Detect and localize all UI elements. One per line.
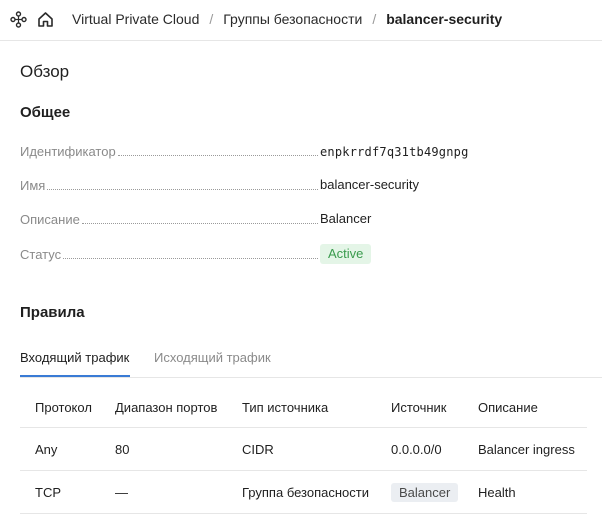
top-bar: Virtual Private Cloud / Группы безопасност… bbox=[0, 0, 602, 41]
page-title: Обзор bbox=[20, 62, 70, 81]
breadcrumb-vpc[interactable]: Virtual Private Cloud bbox=[72, 11, 199, 27]
cell-source-type: CIDR bbox=[242, 441, 274, 457]
cell-description: Balancer ingress bbox=[478, 441, 575, 457]
source-group-chip[interactable]: Balancer bbox=[391, 482, 459, 502]
dotted-leader bbox=[117, 154, 318, 156]
tab-egress[interactable]: Исходящий трафик bbox=[154, 349, 271, 367]
home-icon[interactable] bbox=[37, 11, 54, 28]
cell-protocol: TCP bbox=[35, 484, 61, 500]
property-status-row: Статус bbox=[20, 245, 320, 263]
breadcrumb-security-groups[interactable]: Группы безопасности bbox=[223, 11, 362, 27]
dotted-leader bbox=[47, 188, 318, 190]
table-row[interactable]: TCP — Группа безопасности Balancer Healt… bbox=[20, 471, 587, 514]
property-name-row: Имя bbox=[20, 176, 320, 194]
column-header-protocol: Протокол bbox=[35, 399, 92, 415]
status-badge: Active bbox=[320, 244, 372, 264]
property-description-value: Balancer bbox=[320, 211, 372, 226]
column-header-source: Источник bbox=[391, 399, 447, 415]
dotted-leader bbox=[81, 222, 318, 224]
column-header-description: Описание bbox=[478, 399, 538, 415]
property-name-value: balancer-security bbox=[320, 177, 419, 192]
section-title-rules: Правила bbox=[20, 304, 85, 321]
cell-source-type: Группа безопасности bbox=[242, 484, 369, 500]
column-header-ports: Диапазон портов bbox=[115, 399, 218, 415]
breadcrumb-separator: / bbox=[209, 11, 214, 27]
property-id-row: Идентификатор bbox=[20, 142, 320, 160]
active-tab-indicator bbox=[20, 375, 130, 377]
property-description-label: Описание bbox=[20, 212, 80, 227]
property-status-label: Статус bbox=[20, 247, 62, 262]
column-header-source-type: Тип источника bbox=[242, 399, 329, 415]
breadcrumb-current: balancer-security bbox=[386, 11, 503, 27]
cell-source: Balancer bbox=[391, 471, 459, 513]
tab-ingress[interactable]: Входящий трафик bbox=[20, 349, 129, 367]
property-id-value: enpkrrdf7q31tb49gnpg bbox=[320, 145, 469, 159]
property-description-row: Описание bbox=[20, 210, 320, 228]
breadcrumb-separator: / bbox=[372, 11, 377, 27]
cell-ports: — bbox=[115, 484, 128, 500]
cell-source: 0.0.0.0/0 bbox=[391, 441, 442, 457]
property-id-label: Идентификатор bbox=[20, 144, 116, 159]
dotted-leader bbox=[63, 257, 318, 259]
table-header-row: Протокол Диапазон портов Тип источника И… bbox=[20, 387, 587, 428]
cell-ports: 80 bbox=[115, 441, 130, 457]
traffic-tabs: Входящий трафик Исходящий трафик bbox=[20, 349, 602, 378]
section-title-general: Общее bbox=[20, 104, 71, 121]
cell-description: Health bbox=[478, 484, 516, 500]
cell-protocol: Any bbox=[35, 441, 58, 457]
property-name-label: Имя bbox=[20, 178, 46, 193]
breadcrumb: Virtual Private Cloud / Группы безопасност… bbox=[72, 11, 502, 28]
network-nodes-icon[interactable] bbox=[10, 11, 27, 28]
rules-table: Протокол Диапазон портов Тип источника И… bbox=[20, 387, 587, 514]
table-row[interactable]: Any 80 CIDR 0.0.0.0/0 Balancer ingress bbox=[20, 428, 587, 471]
